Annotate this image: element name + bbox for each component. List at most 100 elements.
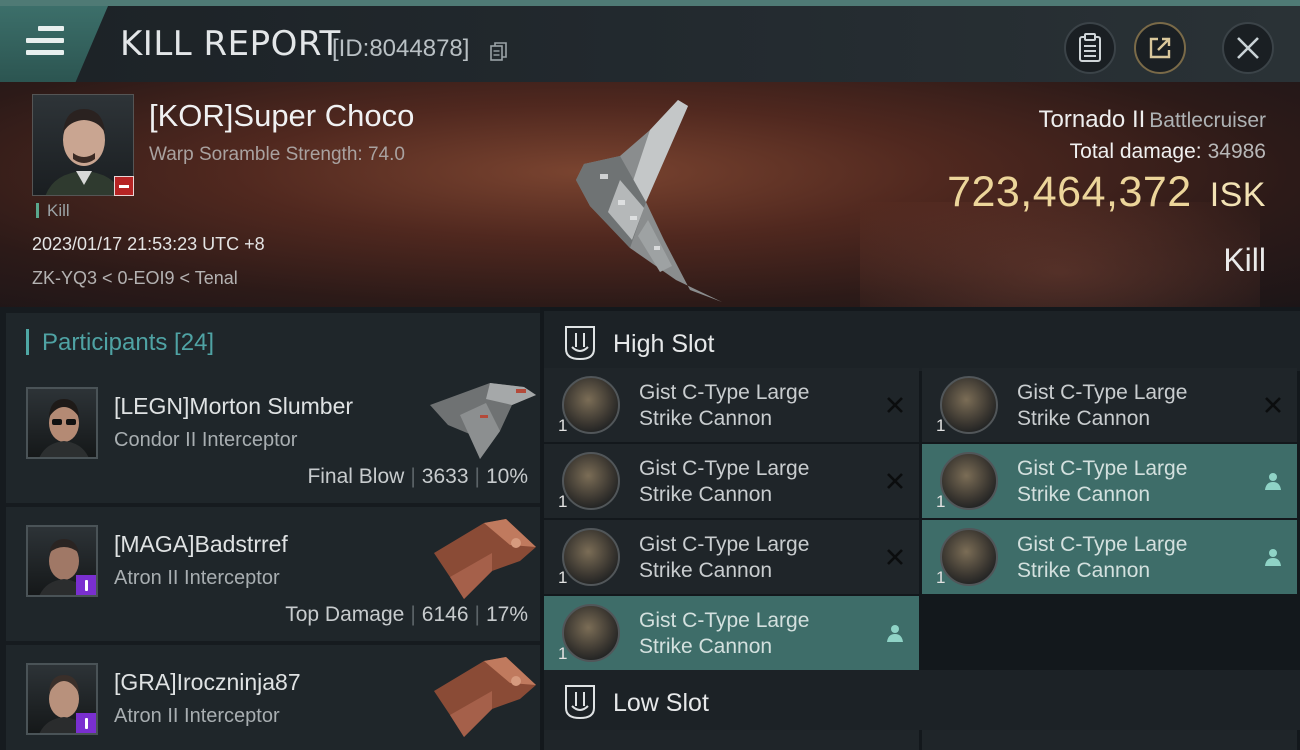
module-name-line: Strike Cannon: [639, 559, 773, 582]
participant-name: [LEGN]Morton Slumber: [114, 393, 354, 419]
victim-name[interactable]: [KOR]Super Choco: [149, 98, 414, 134]
kill-location[interactable]: ZK-YQ3 < 0-EOI9 < Tenal: [32, 268, 238, 289]
module-name-line: Gist C-Type Large: [639, 381, 810, 404]
victim-ship[interactable]: Tornado II Battlecruiser: [1039, 106, 1266, 134]
module-name-line: Strike Cannon: [1017, 407, 1151, 430]
low-slot-icon: [565, 685, 595, 720]
participants-header: Participants [24]: [6, 313, 540, 369]
participant-row[interactable]: [MAGA]Badstrref Atron II Interceptor Top…: [6, 507, 540, 641]
module-quantity: 1: [558, 644, 568, 663]
participant-damage: 3633: [421, 465, 469, 488]
participant-damage: 6146: [421, 603, 469, 626]
dropped-person-icon: [1265, 473, 1281, 490]
hostile-badge: [114, 176, 134, 196]
participant-percent: 17%: [485, 603, 528, 626]
module-slot[interactable]: 1 Gist C-Type Large Strike Cannon: [544, 444, 919, 518]
cannon-module-icon: [940, 528, 998, 586]
high-slot-label: High Slot: [613, 330, 715, 358]
participant-name: [GRA]Iroczninja87: [114, 669, 301, 695]
module-quantity: 1: [558, 568, 568, 587]
module-name-line: Gist C-Type Large: [639, 533, 810, 556]
participant-row[interactable]: [GRA]Iroczninja87 Atron II Interceptor: [6, 645, 540, 750]
module-slot[interactable]: 1 Gist C-Type Large Strike Cannon: [544, 596, 919, 670]
module-slot[interactable]: [922, 730, 1297, 750]
menu-button[interactable]: [0, 6, 108, 82]
module-slot[interactable]: [544, 730, 919, 750]
module-quantity: 1: [936, 568, 946, 587]
cannon-module-icon: [940, 452, 998, 510]
high-slot-header: High Slot: [544, 311, 1300, 371]
module-name-line: Strike Cannon: [639, 483, 773, 506]
module-slot[interactable]: 1 Gist C-Type Large Strike Cannon: [922, 520, 1297, 594]
share-icon: [1149, 37, 1171, 59]
cannon-module-icon: [562, 604, 620, 662]
module-name-line: Gist C-Type Large: [1017, 533, 1188, 556]
participant-row[interactable]: [LEGN]Morton Slumber Condor II Intercept…: [6, 369, 540, 503]
participants-label: Participants [24]: [42, 329, 215, 356]
module-name: Gist C-Type Large Strike Cannon: [639, 608, 869, 660]
module-name-line: Strike Cannon: [639, 635, 773, 658]
participant-ship: Atron II Interceptor: [114, 567, 280, 589]
module-name-line: Gist C-Type Large: [1017, 381, 1188, 404]
module-name: Gist C-Type Large Strike Cannon: [1017, 532, 1247, 584]
module-name: Gist C-Type Large Strike Cannon: [639, 456, 869, 508]
module-name: Gist C-Type Large Strike Cannon: [639, 380, 869, 432]
module-name-line: Strike Cannon: [639, 407, 773, 430]
dropped-person-icon: [887, 625, 903, 642]
report-id: [ID:8044878]: [332, 35, 470, 62]
destroyed-icon: [887, 397, 903, 413]
module-name-line: Strike Cannon: [1017, 483, 1151, 506]
module-slot[interactable]: 1 Gist C-Type Large Strike Cannon: [922, 444, 1297, 518]
module-quantity: 1: [936, 416, 946, 435]
module-name-line: Gist C-Type Large: [1017, 457, 1188, 480]
participant-ship: Condor II Interceptor: [114, 429, 298, 451]
share-button[interactable]: [1134, 22, 1186, 74]
top-bar: KILL REPORT [ID:8044878]: [0, 0, 1300, 82]
participant-ship-image: [434, 657, 536, 737]
cannon-module-icon: [562, 528, 620, 586]
module-name: Gist C-Type Large Strike Cannon: [1017, 456, 1247, 508]
cannon-module-icon: [562, 376, 620, 434]
high-slot-icon: [565, 326, 595, 361]
dropped-person-icon: [1265, 549, 1281, 566]
nebula-background: [860, 202, 1260, 307]
page-title: KILL REPORT: [120, 24, 341, 64]
isk-unit: ISK: [1209, 176, 1266, 214]
module-quantity: 1: [936, 492, 946, 511]
ship-name: Tornado II: [1038, 106, 1146, 133]
module-slot[interactable]: 1 Gist C-Type Large Strike Cannon: [544, 368, 919, 442]
module-name-line: Strike Cannon: [1017, 559, 1151, 582]
module-name-line: Gist C-Type Large: [639, 457, 810, 480]
total-damage: Total damage: 34986: [1070, 140, 1266, 164]
module-slot[interactable]: 1 Gist C-Type Large Strike Cannon: [922, 368, 1297, 442]
close-button[interactable]: [1222, 22, 1274, 74]
isk-amount: 723,464,372: [947, 168, 1192, 216]
participant-ship-image: [434, 519, 536, 599]
low-slot-label: Low Slot: [613, 689, 709, 717]
alliance-badge: [76, 575, 96, 595]
cannon-module-icon: [562, 452, 620, 510]
clipboard-icon: [1079, 33, 1101, 62]
kill-result: Kill: [1223, 242, 1266, 278]
copy-icon[interactable]: [490, 42, 508, 62]
participant-stats: Top Damage | 6146 | 17%: [285, 603, 528, 626]
destroyed-icon: [1265, 397, 1281, 413]
avatar: [26, 387, 98, 459]
participant-percent: 10%: [485, 465, 528, 488]
module-quantity: 1: [558, 416, 568, 435]
victim-ship-image: [576, 100, 722, 302]
destroyed-icon: [887, 549, 903, 565]
participant-stats: Final Blow | 3633 | 10%: [307, 465, 528, 488]
header-accent: [26, 329, 29, 355]
module-quantity: 1: [558, 492, 568, 511]
module-name-line: Gist C-Type Large: [639, 609, 810, 632]
clipboard-button[interactable]: [1064, 22, 1116, 74]
cannon-module-icon: [940, 376, 998, 434]
total-damage-value: 34986: [1207, 140, 1266, 163]
low-slot-header: Low Slot: [544, 670, 1300, 730]
participant-role: Final Blow: [307, 465, 405, 488]
warp-scramble-strength: Warp Soramble Strength: 74.0: [149, 144, 405, 165]
destroyed-icon: [887, 473, 903, 489]
module-slot[interactable]: 1 Gist C-Type Large Strike Cannon: [544, 520, 919, 594]
ship-class: Battlecruiser: [1149, 109, 1266, 132]
